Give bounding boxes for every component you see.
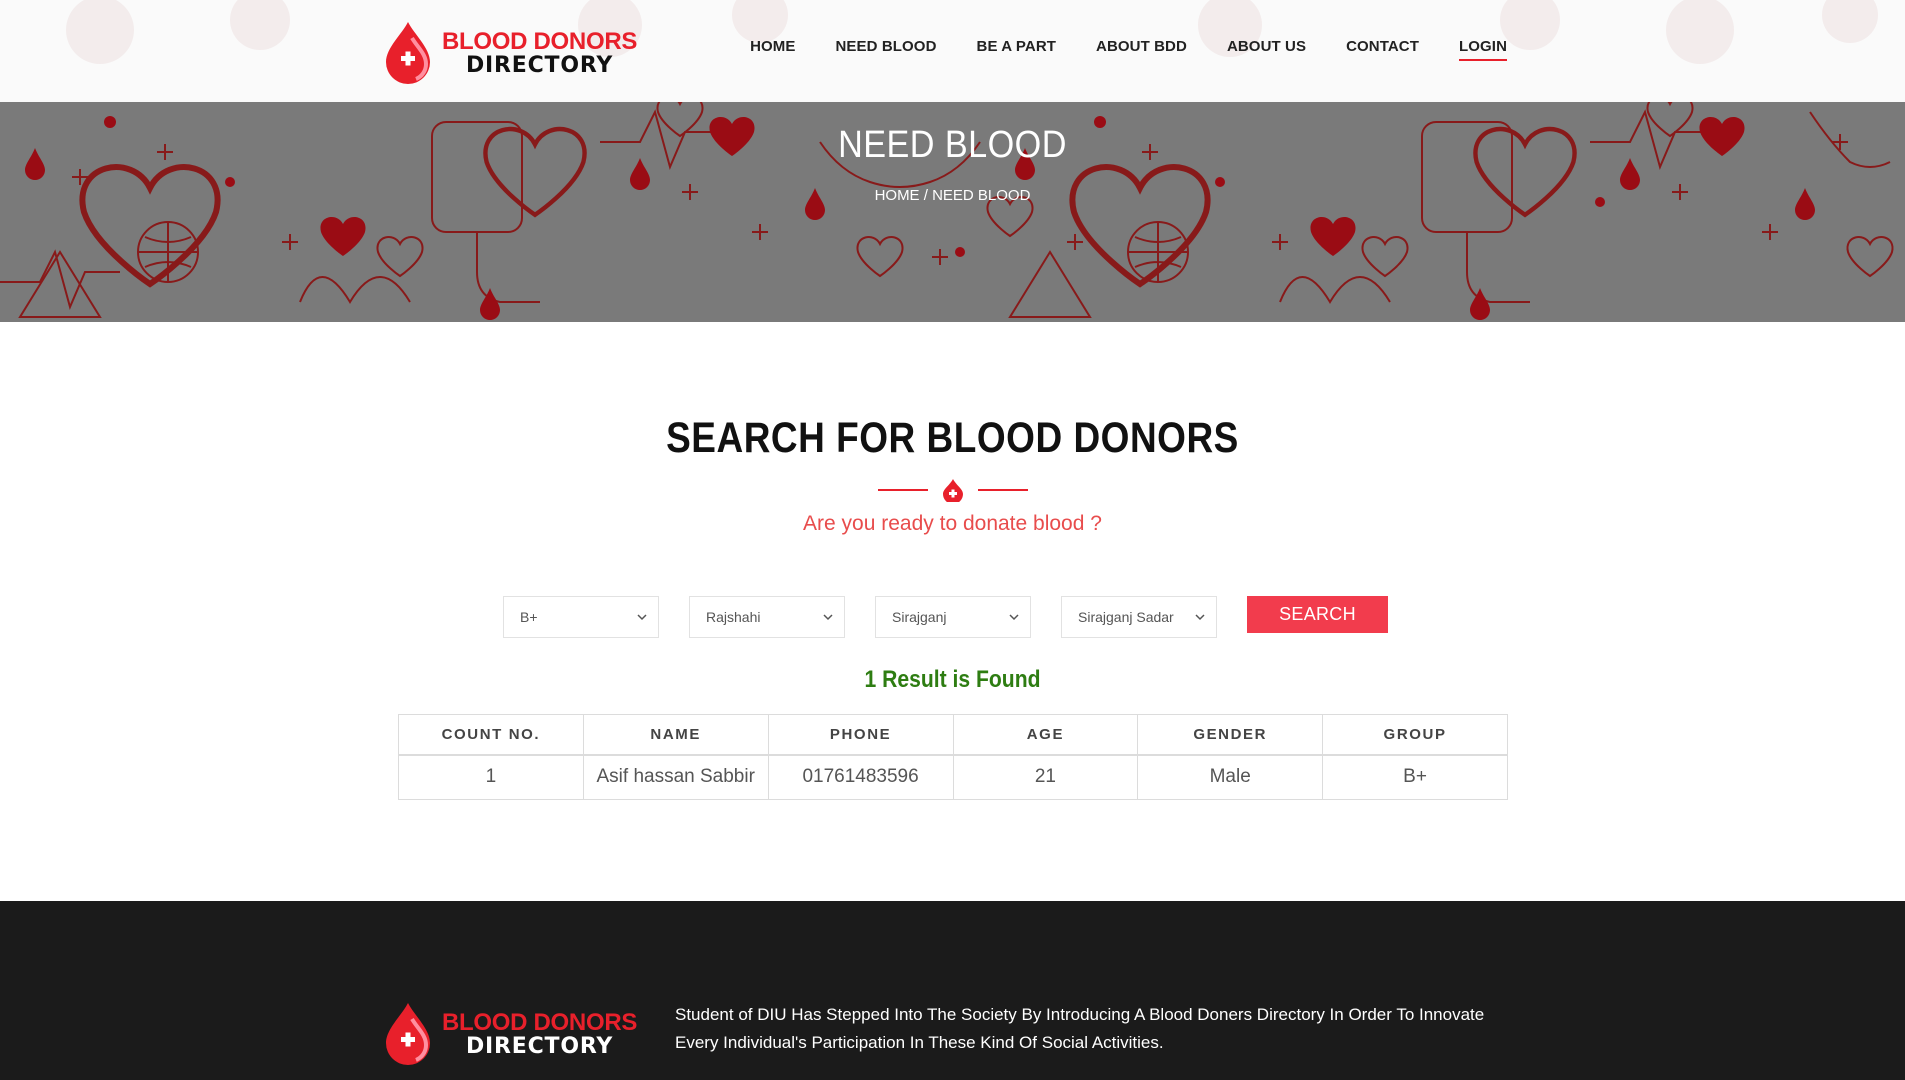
cell-gender: Male	[1137, 754, 1324, 800]
footer-description: Student of DIU Has Stepped Into The Soci…	[675, 1005, 1485, 1052]
nav-about-bdd[interactable]: ABOUT BDD	[1096, 38, 1187, 61]
column-header-age: AGE	[952, 714, 1139, 756]
page-title: NEED BLOOD	[838, 124, 1067, 166]
breadcrumb-current: NEED BLOOD	[932, 187, 1031, 204]
footer-brand-line1: BLOOD DONORS	[442, 1008, 638, 1036]
main-navigation: HOME NEED BLOOD BE A PART ABOUT BDD ABOU…	[710, 38, 1507, 61]
chevron-down-icon	[637, 614, 647, 621]
column-header-count: COUNT NO.	[398, 714, 584, 756]
division-select[interactable]: Rajshahi	[689, 596, 845, 638]
nav-login[interactable]: LOGIN	[1459, 38, 1507, 61]
donors-table: COUNT NO. NAME PHONE AGE GENDER GROUP 1 …	[398, 714, 1508, 800]
table-row: 1 Asif hassan Sabbir 01761483596 21 Male…	[398, 754, 1508, 800]
blood-group-select[interactable]: B+	[503, 596, 659, 638]
cell-name: Asif hassan Sabbir	[582, 754, 769, 800]
division-value: Rajshahi	[706, 609, 761, 625]
upazila-select[interactable]: Sirajganj Sadar	[1061, 596, 1217, 638]
blood-drop-logo-icon	[386, 22, 430, 84]
footer-brand-line2: DIRECTORY	[466, 1033, 614, 1059]
cell-group: B+	[1322, 754, 1508, 800]
chevron-down-icon	[1195, 614, 1205, 621]
brand-logo[interactable]: BLOOD DONORS DIRECTORY	[382, 20, 637, 86]
breadcrumb: HOME / NEED BLOOD	[0, 187, 1905, 204]
brand-name-line1: BLOOD DONORS	[442, 27, 638, 55]
table-header-row: COUNT NO. NAME PHONE AGE GENDER GROUP	[398, 714, 1508, 756]
column-header-phone: PHONE	[767, 714, 954, 756]
column-header-name: NAME	[582, 714, 769, 756]
chevron-down-icon	[1009, 614, 1019, 621]
section-subtitle: Are you ready to donate blood ?	[803, 512, 1102, 535]
district-select[interactable]: Sirajganj	[875, 596, 1031, 638]
nav-need-blood[interactable]: NEED BLOOD	[836, 38, 937, 61]
nav-contact[interactable]: CONTACT	[1346, 38, 1419, 61]
breadcrumb-home-link[interactable]: HOME	[875, 187, 920, 204]
heading-divider	[878, 479, 1028, 502]
cell-phone: 01761483596	[767, 754, 954, 800]
blood-drop-logo-icon	[386, 1003, 430, 1065]
nav-home[interactable]: HOME	[750, 38, 795, 61]
result-count: 1 Result is Found	[864, 666, 1041, 693]
blood-group-value: B+	[520, 609, 538, 625]
site-header: BLOOD DONORS DIRECTORY HOME NEED BLOOD B…	[0, 0, 1905, 102]
nav-about-us[interactable]: ABOUT US	[1227, 38, 1306, 61]
site-footer: BLOOD DONORS DIRECTORY Student of DIU Ha…	[0, 901, 1905, 1080]
chevron-down-icon	[823, 614, 833, 621]
district-value: Sirajganj	[892, 609, 947, 625]
page-banner: NEED BLOOD HOME / NEED BLOOD	[0, 102, 1905, 322]
column-header-gender: GENDER	[1137, 714, 1324, 756]
cell-age: 21	[952, 754, 1139, 800]
nav-be-a-part[interactable]: BE A PART	[977, 38, 1057, 61]
footer-brand-logo[interactable]: BLOOD DONORS DIRECTORY	[382, 1001, 637, 1067]
upazila-value: Sirajganj Sadar	[1078, 609, 1174, 625]
cell-count: 1	[398, 754, 584, 800]
column-header-group: GROUP	[1322, 714, 1508, 756]
search-button[interactable]: SEARCH	[1247, 596, 1388, 633]
search-filters: B+ Rajshahi Sirajganj Sirajganj Sadar SE…	[503, 596, 1388, 638]
brand-name-line2: DIRECTORY	[466, 52, 614, 78]
section-heading: SEARCH FOR BLOOD DONORS	[666, 414, 1239, 462]
breadcrumb-separator: /	[919, 187, 933, 204]
blood-drop-divider-icon	[943, 479, 963, 502]
